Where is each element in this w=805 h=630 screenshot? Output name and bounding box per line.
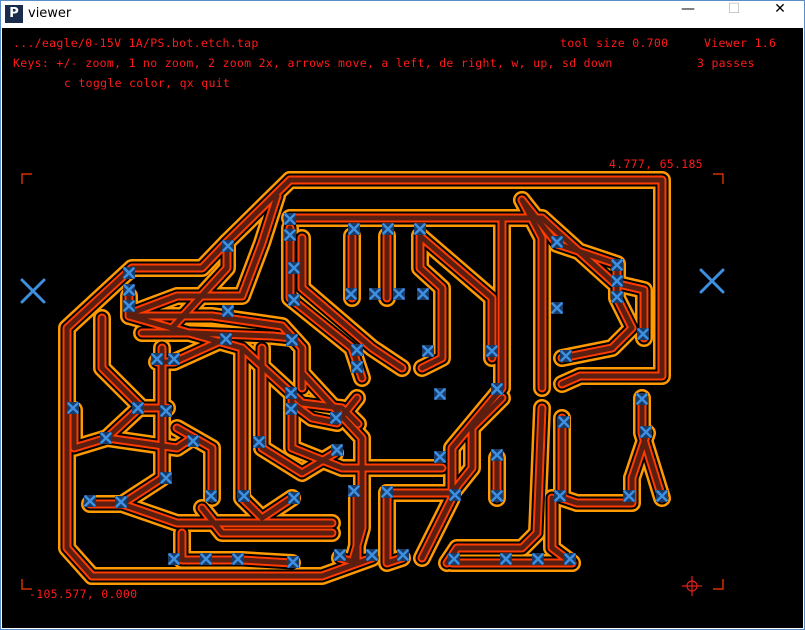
pad-marker-56-icon <box>381 486 393 498</box>
pad-marker-37-icon <box>132 402 144 414</box>
pcb-toolpath-drawing <box>20 171 725 596</box>
pad-marker-26-icon <box>351 361 363 373</box>
pad-marker-53-icon <box>238 490 250 502</box>
viewer-window: P viewer — ☐ ✕ .../eagle/0-15V 1A/PS.bot… <box>0 0 805 630</box>
pad-marker-16-icon <box>611 291 623 303</box>
pad-marker-65-icon <box>287 556 299 568</box>
title-bar[interactable]: P viewer — ☐ ✕ <box>1 1 804 28</box>
maximize-button[interactable]: ☐ <box>711 1 757 28</box>
pad-marker-35-icon <box>491 383 503 395</box>
pad-marker-45-icon <box>491 449 503 461</box>
pad-marker-19-icon <box>345 288 357 300</box>
pad-marker-64-icon <box>232 553 244 565</box>
pad-marker-5-icon <box>123 284 135 296</box>
pad-marker-23-icon <box>220 333 232 345</box>
toolpath-canvas[interactable]: .../eagle/0-15V 1A/PS.bot.etch.tap tool … <box>2 28 803 628</box>
window-title: viewer <box>28 6 72 21</box>
right-registration-cross-icon <box>699 268 725 294</box>
pad-marker-58-icon <box>491 490 503 502</box>
pad-marker-68-icon <box>397 549 409 561</box>
pad-marker-12-icon <box>414 223 426 235</box>
left-registration-cross-icon <box>20 278 46 304</box>
pad-marker-34-icon <box>434 388 446 400</box>
pad-marker-32-icon <box>285 387 297 399</box>
pad-marker-69-icon <box>448 553 460 565</box>
close-button[interactable]: ✕ <box>757 1 803 28</box>
pad-marker-52-icon <box>205 490 217 502</box>
pad-marker-2-icon <box>284 229 296 241</box>
minimize-button[interactable]: — <box>665 1 711 28</box>
pad-marker-66-icon <box>334 549 346 561</box>
pad-marker-48-icon <box>640 426 652 438</box>
pad-marker-41-icon <box>187 435 199 447</box>
pad-marker-70-icon <box>500 553 512 565</box>
pad-marker-44-icon <box>434 451 446 463</box>
pad-marker-57-icon <box>449 489 461 501</box>
bracket-top-right <box>713 173 724 184</box>
pad-marker-61-icon <box>656 490 668 502</box>
pad-marker-25-icon <box>351 344 363 356</box>
bracket-bottom-left <box>21 579 32 590</box>
pad-marker-1-icon <box>284 213 296 225</box>
bracket-bottom-right <box>713 579 724 590</box>
pad-marker-63-icon <box>200 553 212 565</box>
pad-marker-46-icon <box>558 416 570 428</box>
pad-marker-24-icon <box>286 334 298 346</box>
pad-marker-20-icon <box>369 288 381 300</box>
pad-marker-6-icon <box>123 300 135 312</box>
pcb-traces <box>58 171 671 585</box>
pad-marker-72-icon <box>564 553 576 565</box>
pad-marker-15-icon <box>611 275 623 287</box>
pad-marker-18-icon <box>637 328 649 340</box>
pad-marker-54-icon <box>288 492 300 504</box>
pad-marker-62-icon <box>168 553 180 565</box>
pad-marker-4-icon <box>123 267 135 279</box>
pad-marker-55-icon <box>348 485 360 497</box>
pad-marker-49-icon <box>160 472 172 484</box>
pad-marker-7-icon <box>222 305 234 317</box>
pad-marker-42-icon <box>253 436 265 448</box>
pad-marker-60-icon <box>623 490 635 502</box>
pad-marker-9-icon <box>288 294 300 306</box>
pad-marker-31-icon <box>560 350 572 362</box>
pad-marker-11-icon <box>382 223 394 235</box>
pad-marker-38-icon <box>160 405 172 417</box>
pad-marker-28-icon <box>486 345 498 357</box>
pad-marker-13-icon <box>551 236 563 248</box>
pad-marker-29-icon <box>151 353 163 365</box>
pad-marker-40-icon <box>100 432 112 444</box>
pad-marker-21-icon <box>393 288 405 300</box>
pad-marker-33-icon <box>285 403 297 415</box>
pad-marker-30-icon <box>168 353 180 365</box>
pad-marker-14-icon <box>611 259 623 271</box>
pad-marker-51-icon <box>115 496 127 508</box>
pad-marker-43-icon <box>331 444 343 456</box>
pad-marker-10-icon <box>348 223 360 235</box>
pad-marker-27-icon <box>422 345 434 357</box>
pad-marker-71-icon <box>532 553 544 565</box>
pad-marker-59-icon <box>554 490 566 502</box>
pad-marker-3-icon <box>222 240 234 252</box>
pad-marker-17-icon <box>551 302 563 314</box>
bracket-top-left <box>21 173 32 184</box>
app-icon: P <box>5 5 23 23</box>
pad-marker-50-icon <box>84 495 96 507</box>
pad-marker-22-icon <box>417 288 429 300</box>
pad-marker-39-icon <box>67 402 79 414</box>
pad-marker-36-icon <box>330 412 342 424</box>
pad-marker-67-icon <box>366 549 378 561</box>
origin-crosshair-icon <box>682 576 702 596</box>
pad-marker-47-icon <box>636 393 648 405</box>
pad-marker-8-icon <box>288 262 300 274</box>
